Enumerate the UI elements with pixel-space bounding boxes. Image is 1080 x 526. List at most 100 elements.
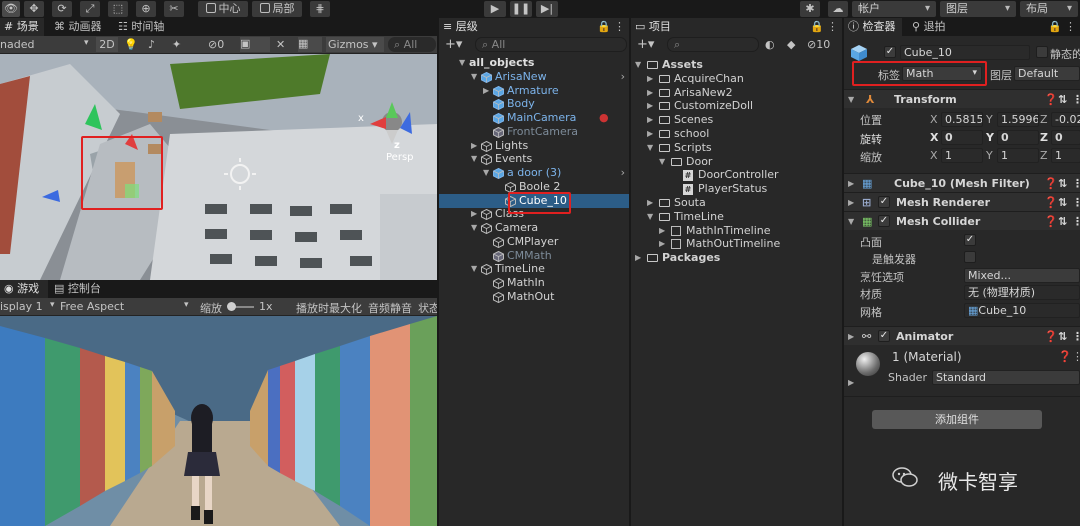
kebab-menu-icon[interactable]: ⋮ xyxy=(1072,90,1080,109)
display-dropdown[interactable]: isplay 1 xyxy=(0,300,43,313)
expand-arrow-icon[interactable]: ▼ xyxy=(635,58,641,72)
collapse-arrow-icon[interactable]: ▶ xyxy=(647,99,653,113)
project-item[interactable]: ▼ Door xyxy=(631,155,842,169)
kebab-menu-icon[interactable]: ⋮ xyxy=(1072,350,1080,363)
hidden-objects-toggle[interactable]: ⊘0 xyxy=(208,38,224,51)
lock-icon[interactable]: 🔒 xyxy=(810,20,824,33)
create-asset-button[interactable]: +▾ xyxy=(637,37,654,52)
scene-search-input[interactable]: ⌕ All xyxy=(388,37,436,52)
axis-label[interactable]: Z xyxy=(1040,113,1048,126)
hierarchy-item[interactable]: ▶ Lights xyxy=(439,139,629,153)
transform-scl-field[interactable]: 1 xyxy=(1051,148,1080,163)
project-item[interactable]: ▶ school xyxy=(631,127,842,141)
expand-arrow-icon[interactable]: ▼ xyxy=(459,56,465,70)
hierarchy-item[interactable]: ▼ all_objects xyxy=(439,56,629,70)
collapse-arrow-icon[interactable]: ▶ xyxy=(471,207,477,221)
collapse-arrow-icon[interactable]: ▶ xyxy=(647,127,653,141)
axis-label[interactable]: Z xyxy=(1040,149,1048,162)
add-component-button[interactable]: 添加组件 xyxy=(872,410,1042,429)
audio-toggle-icon[interactable]: ♪ xyxy=(148,38,155,51)
animator-header[interactable]: ▶ ⚯ ✓ Animator ❓ ⇅ ⋮ xyxy=(844,326,1080,345)
project-item[interactable]: ▶ MathOutTimeline xyxy=(631,237,842,251)
transform-pos-field[interactable]: 0.5815 xyxy=(941,112,983,127)
project-item[interactable]: ▶ AcquireChan xyxy=(631,72,842,86)
mesh-collider-header[interactable]: ▼ ▦ ✓ Mesh Collider ❓ ⇅ ⋮ xyxy=(844,211,1080,230)
transform-tool-button[interactable]: ⊕ xyxy=(136,1,156,17)
expand-arrow-icon[interactable]: ▼ xyxy=(647,141,653,155)
hierarchy-item[interactable]: ▼ ArisaNew › xyxy=(439,70,629,84)
hierarchy-item[interactable]: CMMath xyxy=(439,249,629,263)
tools-toggle-icon[interactable]: ✕ xyxy=(276,38,285,51)
transform-pos-field[interactable]: 1.5996 xyxy=(997,112,1039,127)
project-item[interactable]: ▼ Assets xyxy=(631,58,842,72)
hierarchy-item[interactable]: MathOut xyxy=(439,290,629,304)
help-icon[interactable]: ❓ xyxy=(1044,212,1058,231)
mesh-renderer-header[interactable]: ▶ ⊞ ✓ Mesh Renderer ❓ ⇅ ⋮ xyxy=(844,192,1080,211)
lock-icon[interactable]: 🔒 xyxy=(1048,20,1062,33)
presets-icon[interactable]: ⇅ xyxy=(1058,90,1067,109)
transform-rot-field[interactable]: 0 xyxy=(941,130,983,145)
axis-label[interactable]: Z xyxy=(1040,131,1048,144)
grid-toggle-button[interactable]: ▦ xyxy=(298,37,322,52)
collapse-arrow-icon[interactable]: ▶ xyxy=(647,196,653,210)
material-preview-sphere[interactable] xyxy=(856,352,880,376)
hierarchy-item[interactable]: ▶ Armature xyxy=(439,84,629,98)
is-trigger-checkbox[interactable] xyxy=(964,251,976,263)
cloud-button[interactable]: ☁ xyxy=(828,1,848,17)
tab-scene[interactable]: # 场景 xyxy=(0,18,44,36)
axis-label[interactable]: X xyxy=(930,113,938,126)
project-item[interactable]: ▼ TimeLine xyxy=(631,210,842,224)
scale-tool-button[interactable]: ⤢ xyxy=(80,1,100,17)
axis-label[interactable]: X xyxy=(930,131,938,144)
kebab-menu-icon[interactable]: ⋮ xyxy=(1072,174,1080,193)
animator-enabled-checkbox[interactable]: ✓ xyxy=(878,330,890,342)
tab-navigation[interactable]: ⚲ 退拍 xyxy=(908,18,958,36)
hidden-packages-toggle[interactable]: ⊘10 xyxy=(807,38,830,51)
move-tool-button[interactable]: ✥ xyxy=(24,1,44,17)
scale-slider-handle[interactable] xyxy=(227,302,236,311)
hierarchy-item[interactable]: ▼ Events xyxy=(439,152,629,166)
collapse-arrow-icon[interactable]: ▶ xyxy=(647,72,653,86)
add-object-button[interactable]: +▾ xyxy=(445,37,462,52)
lock-icon[interactable]: 🔒 xyxy=(597,20,611,33)
hierarchy-search-input[interactable]: ⌕ All xyxy=(475,37,627,52)
project-item[interactable]: # PlayerStatus xyxy=(631,182,842,196)
mesh-collider-enabled-checkbox[interactable]: ✓ xyxy=(878,215,890,227)
project-item[interactable]: ▶ Scenes xyxy=(631,113,842,127)
presets-icon[interactable]: ⇅ xyxy=(1058,327,1067,346)
tab-timeline[interactable]: ☷ 时间轴 xyxy=(114,18,174,36)
project-item[interactable]: ▶ Souta xyxy=(631,196,842,210)
transform-header[interactable]: ▼ ⅄ Transform ❓ ⇅ ⋮ xyxy=(844,89,1080,108)
transform-rot-field[interactable]: 0 xyxy=(997,130,1039,145)
presets-icon[interactable]: ⇅ xyxy=(1058,212,1067,231)
collapse-arrow-icon[interactable]: ▶ xyxy=(647,86,653,100)
hierarchy-item[interactable]: ▼ Camera xyxy=(439,221,629,235)
shader-dropdown[interactable]: Standard xyxy=(932,370,1080,385)
2d-toggle-button[interactable]: 2D xyxy=(96,37,118,52)
pivot-toggle-button[interactable]: 中心 xyxy=(198,1,248,17)
collapse-arrow-icon[interactable]: ▶ xyxy=(659,224,665,238)
help-icon[interactable]: ❓ xyxy=(1044,327,1058,346)
expand-arrow-icon[interactable]: ▼ xyxy=(471,221,477,235)
convex-checkbox[interactable]: ✓ xyxy=(964,234,976,246)
search-by-label-icon[interactable]: ◆ xyxy=(787,38,795,51)
hierarchy-item[interactable]: MathIn xyxy=(439,276,629,290)
gizmos-dropdown[interactable]: Gizmos ▾ xyxy=(326,37,384,52)
kebab-menu-icon[interactable]: ⋮ xyxy=(614,20,625,33)
custom-tool-button[interactable]: ✂ xyxy=(164,1,184,17)
presets-icon[interactable]: ⇅ xyxy=(1058,174,1067,193)
kebab-menu-icon[interactable]: ⋮ xyxy=(1072,327,1080,346)
hierarchy-item[interactable]: FrontCamera xyxy=(439,125,629,139)
help-icon[interactable]: ❓ xyxy=(1044,90,1058,109)
perspective-label[interactable]: Persp xyxy=(386,152,414,163)
expand-arrow-icon[interactable]: ▼ xyxy=(471,152,477,166)
scene-viewport[interactable] xyxy=(0,54,437,280)
prefab-open-chevron-icon[interactable]: › xyxy=(621,166,625,180)
project-item[interactable]: ▶ Packages xyxy=(631,251,842,265)
project-search-input[interactable]: ⌕ xyxy=(667,37,759,52)
stats-toggle[interactable]: 状态 xyxy=(418,300,437,316)
mesh-renderer-enabled-checkbox[interactable]: ✓ xyxy=(878,196,890,208)
hierarchy-item[interactable]: MainCamera ● xyxy=(439,111,629,125)
axis-label[interactable]: Y xyxy=(986,149,993,162)
shading-mode-dropdown[interactable]: naded xyxy=(0,38,34,51)
